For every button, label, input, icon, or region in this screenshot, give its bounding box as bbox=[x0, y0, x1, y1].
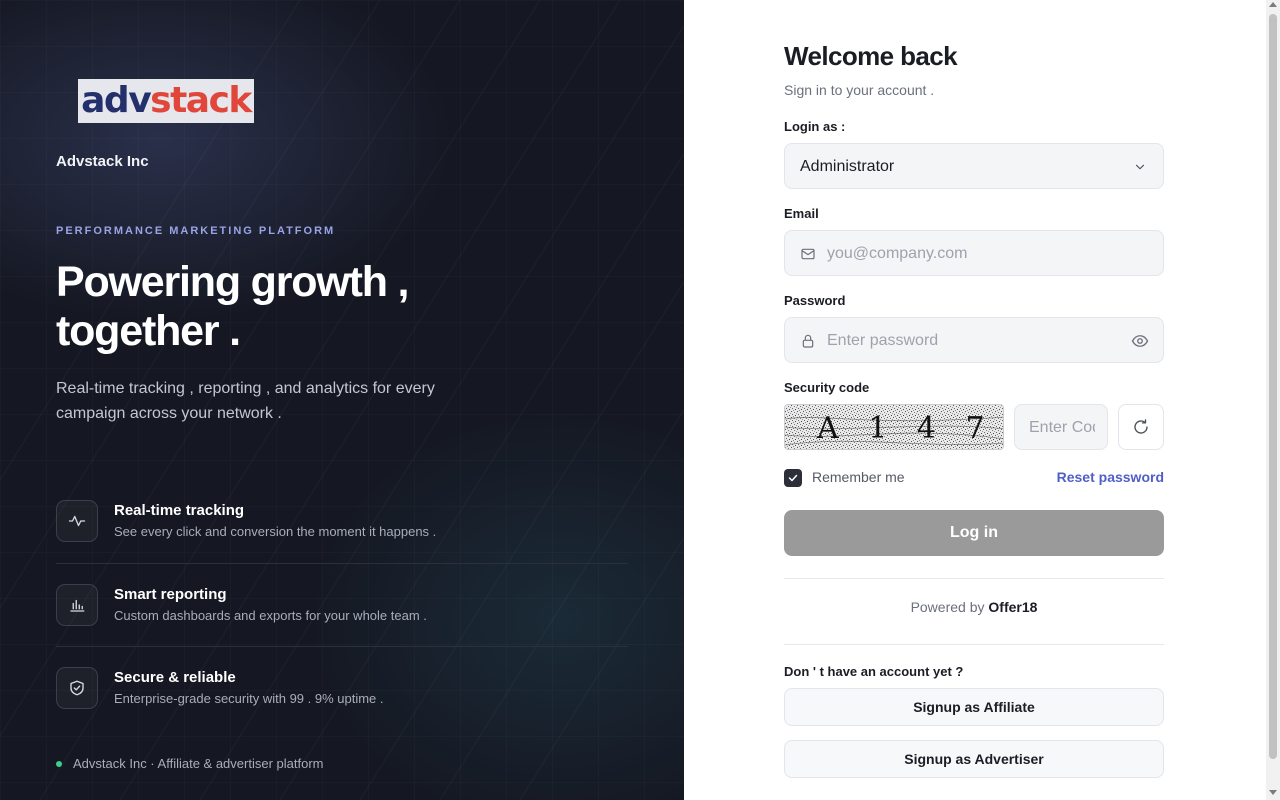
feature-desc: Custom dashboards and exports for your w… bbox=[114, 608, 427, 623]
feature-title: Real-time tracking bbox=[114, 502, 245, 519]
login-button[interactable]: Log in bbox=[784, 510, 1164, 556]
captcha-text: A 1 4 7 bbox=[817, 411, 995, 446]
feature-desc: See every click and conversion the momen… bbox=[114, 524, 437, 539]
feature-title: Secure & reliable bbox=[114, 669, 236, 686]
refresh-icon bbox=[1134, 419, 1148, 434]
brand-panel: advstack Advstack Inc PERFORMANCE MARKET… bbox=[0, 0, 684, 800]
email-placeholder: you@company.com bbox=[827, 245, 968, 262]
feature-item: Smart reporting Custom dashboards and ex… bbox=[56, 584, 628, 668]
status-dot bbox=[56, 760, 62, 767]
page-subtitle: Sign in to your account . bbox=[784, 82, 935, 98]
login-as-value: Administrator bbox=[800, 158, 895, 175]
eyebrow-text: PERFORMANCE MARKETING PLATFORM bbox=[56, 225, 336, 237]
brand-footer-text: Advstack Inc · Affiliate & advertiser pl… bbox=[73, 756, 324, 771]
chevron-down-icon bbox=[1135, 164, 1145, 170]
remember-me-checkbox[interactable] bbox=[784, 469, 802, 487]
feature-divider bbox=[56, 563, 628, 564]
logo-part-stack: stack bbox=[150, 80, 252, 121]
hero-line-1: Powering growth , bbox=[56, 258, 409, 306]
scroll-up-arrow-icon[interactable] bbox=[1269, 2, 1277, 7]
powered-by: Powered by Offer18 bbox=[784, 599, 1164, 615]
feature-desc: Enterprise-grade security with 99 . 9% u… bbox=[114, 691, 384, 706]
feature-divider bbox=[56, 646, 628, 647]
remember-me-label: Remember me bbox=[812, 469, 905, 485]
login-as-label: Login as : bbox=[784, 119, 846, 134]
check-icon bbox=[788, 474, 798, 482]
refresh-captcha-button[interactable] bbox=[1118, 404, 1164, 450]
shield-check-icon bbox=[56, 667, 98, 709]
logo-wordmark: advstack bbox=[81, 80, 252, 121]
signup-advertiser-button[interactable]: Signup as Advertiser bbox=[784, 740, 1164, 778]
powered-by-prefix: Powered by bbox=[910, 599, 985, 615]
password-placeholder: Enter password bbox=[827, 332, 939, 349]
logo-part-adv: adv bbox=[81, 80, 152, 121]
email-label: Email bbox=[784, 206, 819, 221]
divider bbox=[784, 578, 1164, 579]
scrollbar-thumb[interactable] bbox=[1269, 14, 1277, 759]
no-account-text: Don ' t have an account yet ? bbox=[784, 664, 964, 679]
company-name: Advstack Inc bbox=[56, 153, 149, 170]
eye-icon[interactable] bbox=[1131, 332, 1149, 350]
captcha-placeholder: Enter Code bbox=[1029, 419, 1095, 436]
feature-title: Smart reporting bbox=[114, 586, 227, 603]
signup-affiliate-button[interactable]: Signup as Affiliate bbox=[784, 688, 1164, 726]
feature-item: Secure & reliable Enterprise-grade secur… bbox=[56, 667, 628, 751]
security-code-label: Security code bbox=[784, 380, 870, 395]
hero-line-2: together . bbox=[56, 307, 241, 355]
reset-password-link[interactable]: Reset password bbox=[1057, 469, 1164, 485]
mail-icon bbox=[801, 248, 815, 260]
powered-by-brand: Offer18 bbox=[988, 599, 1038, 615]
captcha-image: A 1 4 7 bbox=[784, 404, 1004, 450]
page-title: Welcome back bbox=[784, 41, 958, 71]
lock-icon bbox=[802, 334, 814, 348]
login-panel: Welcome back Sign in to your account . L… bbox=[684, 0, 1280, 800]
scroll-down-arrow-icon[interactable] bbox=[1269, 790, 1277, 795]
login-as-select[interactable]: Administrator bbox=[784, 143, 1164, 189]
email-field[interactable]: you@company.com bbox=[784, 230, 1164, 276]
captcha-input[interactable]: Enter Code bbox=[1014, 404, 1108, 450]
brand-logo: advstack bbox=[78, 79, 254, 123]
activity-icon bbox=[56, 500, 98, 542]
hero-heading: Powering growth , together . bbox=[56, 258, 576, 356]
brand-footer: Advstack Inc · Affiliate & advertiser pl… bbox=[56, 756, 323, 771]
password-label: Password bbox=[784, 293, 846, 308]
divider bbox=[784, 644, 1164, 645]
hero-subtitle: Real-time tracking , reporting , and ana… bbox=[56, 380, 435, 422]
password-field[interactable]: Enter password bbox=[784, 317, 1164, 363]
feature-item: Real-time tracking See every click and c… bbox=[56, 500, 628, 584]
bar-chart-icon bbox=[56, 584, 98, 626]
